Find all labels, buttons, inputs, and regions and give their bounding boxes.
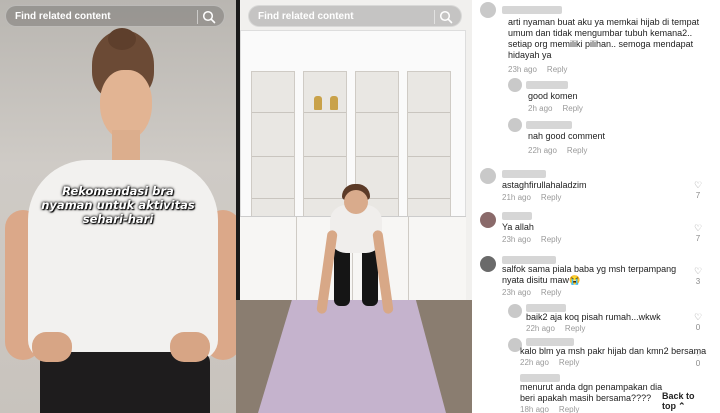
search-divider xyxy=(434,10,435,24)
avatar[interactable] xyxy=(480,212,496,228)
comment-meta: 2h ago Reply xyxy=(528,104,593,113)
reply-button[interactable]: Reply xyxy=(567,146,587,155)
username[interactable] xyxy=(520,374,560,382)
back-to-top-button[interactable]: Back to top ⌃ xyxy=(660,390,720,413)
username[interactable] xyxy=(502,170,546,178)
reply-button[interactable]: Reply xyxy=(565,324,585,333)
comment-time: 22h ago xyxy=(528,146,557,155)
reply-button[interactable]: Reply xyxy=(541,193,561,202)
username[interactable] xyxy=(502,256,556,264)
comment-text: astaghfirullahaladzim xyxy=(502,180,587,190)
comment-meta: 22h ago Reply xyxy=(526,324,595,333)
username[interactable] xyxy=(526,81,568,89)
search-bar-right[interactable]: Find related content xyxy=(248,5,462,27)
person-hair-bun xyxy=(108,28,136,50)
comment-time: 18h ago xyxy=(520,405,549,413)
like-button[interactable]: ♡ 0 xyxy=(692,312,704,333)
comment-time: 22h ago xyxy=(520,358,549,367)
avatar[interactable] xyxy=(480,256,496,272)
like-count: 7 xyxy=(695,234,701,243)
comment-meta: 23h ago Reply xyxy=(502,235,571,244)
comment-time: 21h ago xyxy=(502,193,531,202)
comment-text: Ya allah xyxy=(502,222,534,232)
like-button[interactable]: ♡ 7 xyxy=(692,223,704,244)
cabinet-column xyxy=(407,71,451,239)
comments-panel[interactable]: arti nyaman buat aku ya memkai hijab di … xyxy=(472,0,720,413)
like-button[interactable]: ♡ 3 xyxy=(692,266,704,287)
comment-meta: 22h ago Reply xyxy=(528,146,597,155)
search-label: Find related content xyxy=(258,10,354,22)
comment-text: kalo blm ya msh pakr hijab dan kmn2 bers… xyxy=(520,346,707,356)
username[interactable] xyxy=(526,304,566,312)
person-hand-right xyxy=(170,332,210,362)
comment-text: baik2 aja koq pisah rumah...wkwk xyxy=(526,312,661,322)
avatar[interactable] xyxy=(480,168,496,184)
comment-text: menurut anda dgn penampakan dia beri apa… xyxy=(520,382,663,403)
like-count: 3 xyxy=(695,277,701,286)
like-count: 0 xyxy=(695,323,701,332)
avatar[interactable] xyxy=(508,78,522,92)
username[interactable] xyxy=(526,121,572,129)
comment-time: 23h ago xyxy=(502,235,531,244)
username[interactable] xyxy=(526,338,574,346)
comment-meta: 23h ago Reply xyxy=(502,288,571,297)
person-hand-left xyxy=(32,332,72,362)
video-left[interactable]: Rekomendasi bra nyaman untuk aktivitas s… xyxy=(0,0,236,413)
trophy-icon xyxy=(330,96,338,110)
search-icon[interactable] xyxy=(202,10,216,24)
reply-button[interactable]: Reply xyxy=(559,405,579,413)
caption-line: sehari-hari xyxy=(82,212,154,226)
reply-button[interactable]: Reply xyxy=(541,235,561,244)
chevron-up-icon: ⌃ xyxy=(678,401,686,411)
search-bar-left[interactable]: Find related content xyxy=(5,5,225,27)
reply-button[interactable]: Reply xyxy=(541,288,561,297)
comment-time: 22h ago xyxy=(526,324,555,333)
comment-time: 2h ago xyxy=(528,104,553,113)
comment-text: arti nyaman buat aku ya memkai hijab di … xyxy=(508,17,700,60)
search-icon[interactable] xyxy=(439,10,453,24)
avatar[interactable] xyxy=(508,304,522,318)
reply-button[interactable]: Reply xyxy=(559,358,579,367)
comment-meta: 22h ago Reply xyxy=(520,358,589,367)
comment-text: salfok sama piala baba yg msh terpampang… xyxy=(502,264,677,285)
comment-time: 23h ago xyxy=(502,288,531,297)
like-button[interactable]: ♡ 0 xyxy=(692,348,704,369)
like-count: 0 xyxy=(695,359,701,368)
caption-line: Rekomendasi bra xyxy=(62,184,174,198)
comment-time: 23h ago xyxy=(508,65,537,74)
comment-text: nah good comment xyxy=(528,131,606,141)
username[interactable] xyxy=(502,6,562,14)
comment-meta: 23h ago Reply xyxy=(508,65,577,74)
reply-button[interactable]: Reply xyxy=(547,65,567,74)
video-right[interactable]: Find related content xyxy=(236,0,472,413)
like-button[interactable]: ♡ 7 xyxy=(692,180,704,201)
trophy-icon xyxy=(314,96,322,110)
caption-line: nyaman untuk aktivitas xyxy=(41,198,195,212)
person-head xyxy=(344,190,368,214)
search-label: Find related content xyxy=(15,10,111,22)
reply-button[interactable]: Reply xyxy=(562,104,582,113)
search-divider xyxy=(197,10,198,24)
avatar[interactable] xyxy=(480,2,496,18)
video-caption: Rekomendasi bra nyaman untuk aktivitas s… xyxy=(18,184,218,226)
avatar[interactable] xyxy=(508,118,522,132)
comment-meta: 21h ago Reply xyxy=(502,193,571,202)
like-count: 7 xyxy=(695,191,701,200)
comment-text: good komen xyxy=(528,91,578,101)
username[interactable] xyxy=(502,212,532,220)
cabinet-column xyxy=(251,71,295,239)
comment-meta: 18h ago Reply xyxy=(520,405,589,413)
